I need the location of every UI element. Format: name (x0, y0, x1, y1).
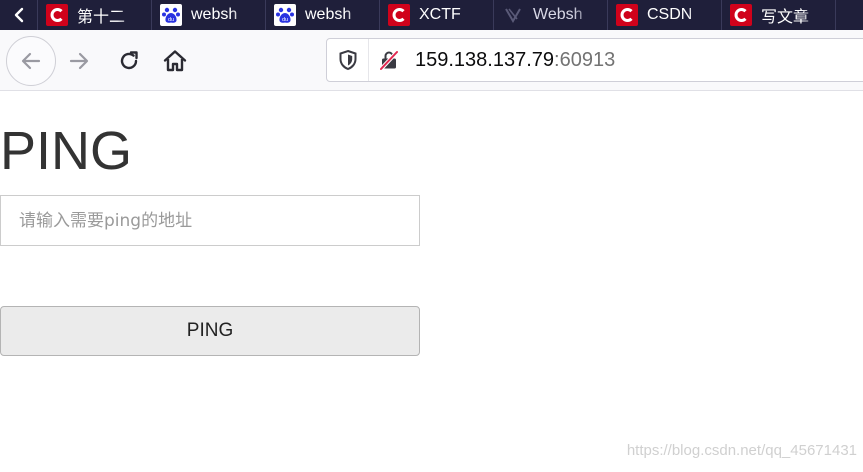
tab-label: CSDN (647, 6, 693, 23)
csdn-icon (388, 4, 410, 26)
tab-label: websh (191, 6, 238, 23)
tab-label: websh (305, 6, 352, 23)
tracking-protection-button[interactable] (327, 39, 369, 81)
address-bar[interactable]: 159.138.137.79:60913 (326, 38, 863, 82)
browser-tab[interactable]: 第十二 (38, 0, 152, 30)
page-title: PING (0, 121, 133, 181)
reload-button[interactable] (112, 44, 146, 78)
tab-label: 写文章 (761, 9, 810, 26)
generic-page-icon (502, 4, 524, 26)
url-port: :60913 (554, 48, 616, 71)
browser-tab[interactable]: XCTF (380, 0, 494, 30)
browser-tab[interactable]: du websh (152, 0, 266, 30)
browser-tab[interactable]: CSDN (608, 0, 722, 30)
address-input[interactable] (0, 195, 420, 246)
watermark: https://blog.csdn.net/qq_45671431 (626, 442, 857, 459)
url-host: 159.138.137.79 (415, 48, 555, 71)
tab-strip: 第十二 du websh du websh XCTF Websh CSDN 写文… (0, 0, 863, 30)
reload-icon (120, 51, 138, 70)
arrow-right-icon (69, 52, 89, 70)
csdn-icon (616, 4, 638, 26)
svg-text:du: du (282, 17, 288, 23)
home-button[interactable] (158, 44, 192, 78)
browser-tab[interactable]: 写文章 (722, 0, 836, 30)
insecure-connection-button[interactable] (369, 39, 409, 81)
ping-button[interactable]: PING (0, 306, 420, 356)
url-text: 159.138.137.79:60913 (415, 49, 615, 72)
baidu-icon: du (160, 4, 182, 26)
navigation-toolbar: 159.138.137.79:60913 (0, 30, 863, 91)
forward-button[interactable] (62, 44, 96, 78)
browser-tab[interactable]: Websh (494, 0, 608, 30)
browser-tab[interactable]: du websh (266, 0, 380, 30)
home-icon (163, 50, 187, 72)
arrow-left-icon (21, 52, 41, 70)
csdn-icon (46, 4, 68, 26)
baidu-icon: du (274, 4, 296, 26)
insecure-lock-icon (379, 50, 399, 71)
tab-label: Websh (533, 6, 583, 23)
tab-label: 第十二 (77, 9, 126, 26)
csdn-icon (730, 4, 752, 26)
tab-label: XCTF (419, 6, 461, 23)
back-button[interactable] (6, 36, 56, 86)
chevron-left-icon (14, 7, 23, 23)
svg-text:du: du (168, 17, 174, 23)
shield-icon (339, 49, 356, 71)
tab-scroll-left-button[interactable] (0, 0, 38, 30)
